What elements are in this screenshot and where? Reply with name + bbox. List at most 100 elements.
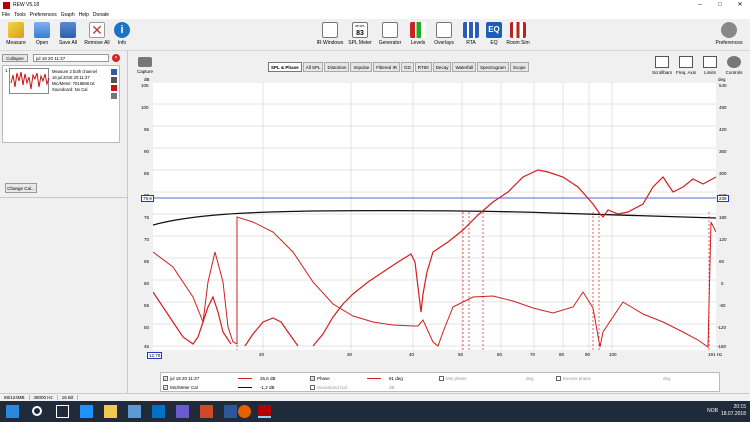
phase-wrap-lines	[236, 212, 710, 350]
measurement-thumbnail	[9, 68, 50, 94]
notes-icon[interactable]	[111, 93, 117, 99]
tab-gd[interactable]: GD	[401, 62, 414, 72]
y-left-tick: 50	[144, 325, 150, 330]
tab-spl-phase[interactable]: SPL & Phase	[268, 62, 302, 72]
graph-legend: ✓ jul 18 20 11:37 26,6 dB ✓ Phase 81 deg…	[160, 372, 720, 392]
y-left-tick: 65	[144, 259, 150, 264]
y-right-unit: deg	[718, 77, 726, 82]
language-indicator[interactable]: NOB	[707, 408, 718, 415]
scrollbars-button[interactable]: Scrollbars	[650, 56, 674, 75]
tab-filtered-ir[interactable]: Filtered IR	[373, 62, 400, 72]
tab-waterfall[interactable]: Waterfall	[452, 62, 477, 72]
change-cal-button[interactable]: Change Cal...	[5, 183, 37, 193]
search-icon[interactable]	[32, 406, 42, 416]
excess-phase-checkbox[interactable]	[556, 375, 561, 381]
info-button[interactable]: i Info	[107, 22, 137, 46]
open-folder-icon	[34, 22, 50, 38]
app-icon	[3, 1, 10, 9]
legend-row-measurement: ✓ jul 18 20 11:37 26,6 dB ✓ Phase 81 deg…	[163, 374, 719, 382]
lock-icon[interactable]	[111, 77, 117, 83]
menu-file[interactable]: File	[2, 12, 10, 18]
graph-tools: Scrollbars Freq. Axis Limits Controls	[650, 56, 746, 75]
generator-icon	[382, 22, 398, 38]
save-icon[interactable]	[111, 69, 117, 75]
preferences-button[interactable]: Preferences	[714, 22, 744, 46]
info-icon: i	[114, 22, 130, 38]
x-tick: 70	[530, 352, 536, 357]
menu-graph[interactable]: Graph	[61, 12, 75, 18]
maximize-button[interactable]: □	[710, 0, 730, 10]
tab-scope[interactable]: Scope	[509, 62, 529, 72]
file-explorer-icon[interactable]	[104, 405, 117, 418]
y-left-tick: 105	[141, 83, 149, 88]
task-view-icon[interactable]	[56, 405, 69, 418]
y-right-tick: -180	[717, 344, 727, 349]
y-right-tick: 120	[719, 237, 727, 242]
x-tick: 30	[347, 352, 353, 357]
tab-decay[interactable]: Decay	[432, 62, 452, 72]
min-phase-checkbox[interactable]	[439, 375, 444, 381]
room-sim-button[interactable]: Room Sim	[503, 22, 533, 46]
tab-distortion[interactable]: Distortion	[324, 62, 350, 72]
mic-cal-checkbox[interactable]: ✓	[163, 384, 168, 390]
legend-phase-value: 81 deg	[389, 375, 403, 381]
y-right-tick: 0	[721, 281, 724, 286]
x-tick: 90	[585, 352, 591, 357]
close-measurement-icon[interactable]: ×	[112, 54, 120, 62]
legend-excess-phase-unit: deg	[663, 375, 671, 381]
soundcard-cal-checkbox[interactable]	[310, 384, 315, 390]
overlays-button[interactable]: Overlays	[429, 22, 459, 46]
rta-icon	[463, 22, 479, 38]
tab-spectrogram[interactable]: Spectrogram	[477, 62, 509, 72]
ir-windows-button[interactable]: IR Windows	[315, 22, 345, 46]
clock-date[interactable]: 18.07.2018	[721, 411, 746, 418]
y-right-tick: 300	[719, 171, 727, 176]
generator-button[interactable]: Generator	[375, 22, 405, 46]
y-right-tick: 480	[719, 105, 727, 110]
capture-button[interactable]: Capture	[132, 57, 158, 74]
overlays-icon	[436, 22, 452, 38]
word-icon[interactable]	[224, 405, 237, 418]
powerpoint-icon[interactable]	[200, 405, 213, 418]
y-left-tick: 95	[144, 127, 150, 132]
measurement-checkbox[interactable]: ✓	[163, 375, 168, 381]
save-all-button[interactable]: Save All	[53, 22, 83, 46]
tab-rt60[interactable]: RT60	[414, 62, 432, 72]
measurement-name-field[interactable]: jul 18 20 11:37	[33, 54, 109, 62]
spl-meter-button[interactable]: dB SPL 83 SPL Meter	[345, 22, 375, 46]
menu-preferences[interactable]: Preferences	[30, 12, 57, 18]
mail-icon[interactable]	[152, 405, 165, 418]
x-tick: 100	[609, 352, 617, 357]
tab-all-spl[interactable]: All SPL	[302, 62, 324, 72]
store-icon[interactable]	[128, 405, 141, 418]
edge-icon[interactable]	[80, 405, 93, 418]
menu-help[interactable]: Help	[79, 12, 89, 18]
spl-swatch	[238, 377, 252, 379]
taskbar: NOB 20:15 18.07.2018	[0, 401, 750, 422]
system-tray: NOB 20:15 18.07.2018	[707, 404, 746, 418]
collapse-button[interactable]: Collapse	[2, 54, 28, 62]
window-controls: – □ ✕	[690, 0, 750, 10]
color-icon[interactable]	[111, 85, 117, 91]
measurement-details: Measure 2 both channel 18.jul.2018 20:11…	[52, 69, 97, 93]
close-button[interactable]: ✕	[730, 0, 750, 10]
start-icon[interactable]	[6, 405, 19, 418]
firefox-icon[interactable]	[238, 405, 251, 418]
phase-checkbox[interactable]: ✓	[310, 375, 315, 381]
y-right-tick: 360	[719, 149, 727, 154]
minimize-button[interactable]: –	[690, 0, 710, 10]
measurement-card[interactable]: 1 Measure 2 both channel 18.jul.2018 20:…	[2, 65, 120, 143]
freq-axis-button[interactable]: Freq. Axis	[674, 56, 698, 75]
y-right-tick: -120	[717, 325, 727, 330]
x-tick: 60	[497, 352, 503, 357]
left-cursor-readout: 79,9	[141, 195, 154, 202]
clock-time[interactable]: 20:15	[721, 404, 746, 411]
controls-button[interactable]: Controls	[722, 56, 746, 75]
app-icon[interactable]	[176, 405, 189, 418]
menu-tools[interactable]: Tools	[14, 12, 26, 18]
rew-taskbar-icon[interactable]	[258, 405, 271, 418]
limits-button[interactable]: Limits	[698, 56, 722, 75]
tab-impulse[interactable]: Impulse	[350, 62, 373, 72]
menu-donate[interactable]: Donate	[93, 12, 109, 18]
spl-phase-graph[interactable]	[153, 82, 716, 350]
